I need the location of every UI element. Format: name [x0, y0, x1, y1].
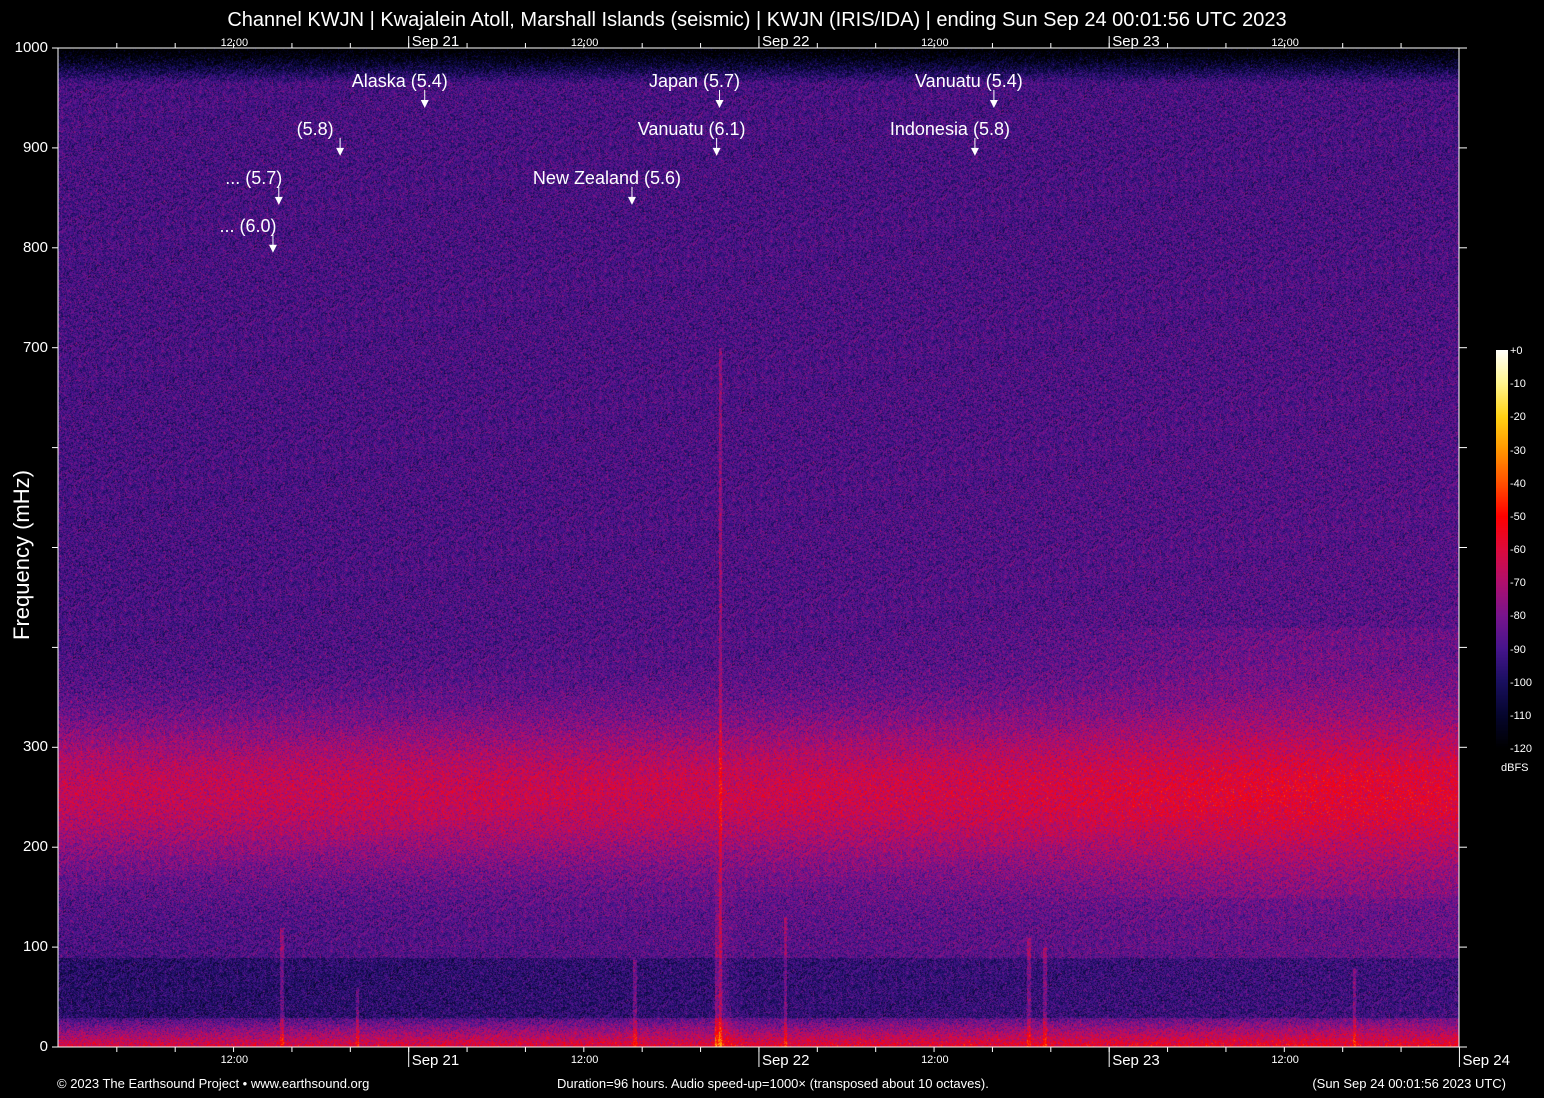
event-label: Japan (5.7)	[649, 70, 741, 91]
event-label: ... (5.7)	[225, 167, 283, 188]
event-label: Alaska (5.4)	[351, 70, 448, 91]
y-tick-label: 1000	[14, 39, 48, 56]
event-label: Vanuatu (6.1)	[637, 118, 746, 139]
x-tick-label: Sep 24	[1462, 1052, 1510, 1069]
event-label: Indonesia (5.8)	[889, 118, 1010, 139]
x-tick-label: 12:00	[921, 1054, 949, 1066]
x-tick-label: Sep 23	[1112, 1052, 1160, 1069]
plot-axes	[52, 36, 1467, 1067]
y-tick-label: 200	[22, 838, 48, 856]
y-axis-title: Frequency (mHz)	[9, 470, 34, 640]
colorbar-tick-label: -80	[1510, 610, 1526, 623]
colorbar-unit: dBFS	[1501, 762, 1529, 774]
event-arrow-head	[970, 147, 979, 156]
event-arrow-head	[268, 244, 277, 253]
event-label: Vanuatu (5.4)	[915, 70, 1023, 91]
x-tick-label-top: Sep 23	[1112, 33, 1160, 50]
x-tick-label: Sep 22	[761, 1052, 810, 1069]
colorbar-tick-label: -90	[1510, 643, 1526, 656]
colorbar-tick-label: -50	[1510, 510, 1526, 523]
colorbar-tick-label: -10	[1510, 378, 1526, 391]
x-tick-label-top: 12:00	[220, 37, 249, 49]
footer-duration: Duration=96 hours. Audio speed-up=1000× …	[557, 1076, 989, 1091]
chart-title: Channel KWJN | Kwajalein Atoll, Marshall…	[227, 9, 1287, 31]
event-arrow-head	[989, 99, 998, 108]
y-tick-label: 100	[22, 938, 48, 956]
x-tick-label: Sep 21	[411, 1052, 460, 1069]
event-label: (5.8)	[296, 118, 334, 139]
event-label: ... (6.0)	[219, 215, 277, 236]
y-tick-label: 800	[22, 238, 48, 256]
x-tick-label: 12:00	[1271, 1054, 1299, 1066]
event-arrow-head	[715, 99, 724, 108]
colorbar-tick-label: -30	[1510, 444, 1526, 457]
y-tick-label: 900	[22, 138, 48, 156]
event-label: New Zealand (5.6)	[532, 167, 682, 188]
x-tick-label-top: 12:00	[921, 37, 949, 49]
colorbar	[1496, 350, 1508, 748]
spectrogram-plot	[52, 36, 1467, 1067]
footer-copyright: © 2023 The Earthsound Project • www.eart…	[57, 1076, 370, 1091]
colorbar-tick-label: -60	[1510, 544, 1526, 556]
footer-timestamp: (Sun Sep 24 00:01:56 2023 UTC)	[1312, 1076, 1506, 1091]
x-tick-label-top: Sep 22	[761, 33, 810, 50]
x-tick-label-top: Sep 21	[411, 33, 460, 50]
x-tick-label-top: 12:00	[1271, 37, 1299, 49]
colorbar-tick-label: +0	[1510, 345, 1523, 357]
colorbar-tick-label: -40	[1510, 477, 1526, 490]
colorbar-tick-label: -100	[1510, 676, 1533, 689]
colorbar-tick-label: -120	[1510, 743, 1533, 755]
event-arrow-head	[712, 147, 721, 156]
event-arrow-head	[336, 147, 345, 156]
x-tick-label: 12:00	[570, 1054, 599, 1066]
event-arrow-head	[274, 196, 283, 205]
colorbar-tick-label: -70	[1510, 577, 1526, 590]
x-tick-label-top: 12:00	[570, 37, 599, 49]
event-arrow-head	[627, 196, 636, 205]
y-tick-label: 0	[39, 1038, 48, 1055]
event-arrow-head	[420, 99, 429, 108]
colorbar-tick-label: -20	[1510, 411, 1526, 424]
y-tick-label: 300	[22, 738, 48, 756]
x-tick-label: 12:00	[220, 1054, 249, 1066]
y-tick-label: 700	[22, 338, 48, 356]
colorbar-tick-label: -110	[1510, 709, 1532, 722]
